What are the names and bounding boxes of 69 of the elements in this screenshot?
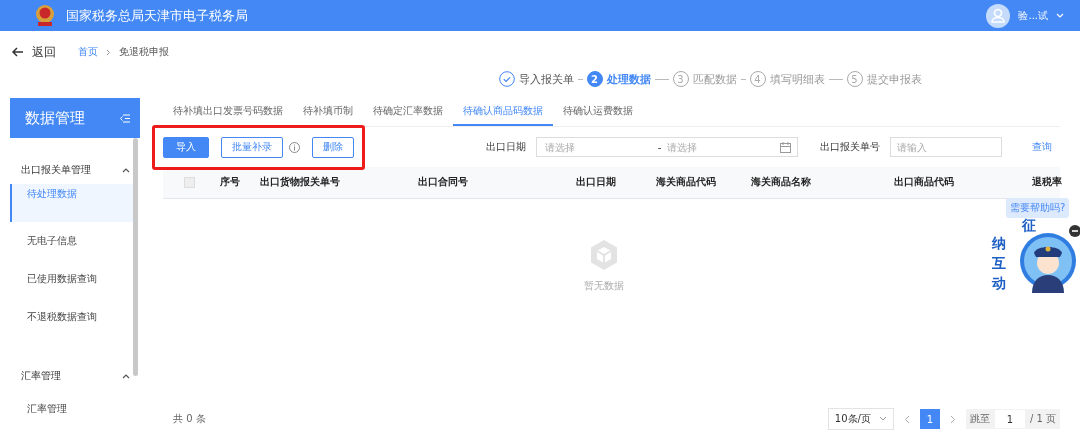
page-number[interactable]: 1	[919, 409, 940, 429]
date-range-field[interactable]: 请选择 - 请选择	[536, 137, 798, 157]
mascot-title-character: 征	[1022, 218, 1036, 232]
column-header: 出口合同号	[418, 176, 469, 189]
sidebar-title: 数据管理	[25, 108, 85, 128]
tab[interactable]: 待补填币制	[293, 98, 363, 126]
tab[interactable]: 待确定汇率数据	[363, 98, 453, 126]
menu-item[interactable]: 汇率管理	[10, 390, 134, 428]
toolbar-button[interactable]: 删除	[312, 136, 354, 158]
toolbar-button[interactable]: 批量补录	[221, 136, 283, 158]
jump-label: 跳至	[969, 412, 990, 426]
caret-icon[interactable]	[1056, 12, 1064, 19]
page-count: / 1 页	[1029, 412, 1056, 426]
empty-text: 暂无数据	[584, 279, 624, 293]
checkbox[interactable]	[184, 177, 195, 188]
column-header: 海关商品名称	[751, 176, 812, 189]
field-label: 出口报关单号	[820, 140, 880, 154]
tab[interactable]: 待确认运费数据	[553, 98, 643, 126]
mascot-title-character: 互	[992, 256, 1006, 270]
chevron-icon	[122, 373, 130, 379]
field-label: 出口日期	[486, 140, 526, 154]
menu-item[interactable]: 已使用数据查询	[10, 260, 134, 298]
previous-page-icon[interactable]	[903, 414, 910, 424]
tab[interactable]: 待补填出口发票号码数据	[163, 98, 293, 126]
breadcrumb-item[interactable]: 首页	[78, 45, 98, 59]
menu-item[interactable]: 待处理数据	[10, 184, 134, 222]
next-page-icon[interactable]	[949, 414, 956, 424]
date-start-input[interactable]: 请选择	[543, 140, 654, 154]
back-arrow-icon[interactable]	[12, 47, 24, 57]
menu-item[interactable]: 不退税数据查询	[10, 298, 134, 336]
calendar-icon	[780, 141, 791, 153]
column-header: 海关商品代码	[656, 176, 717, 189]
page-size-select[interactable]: 10条/页	[827, 408, 894, 430]
mascot-title-character: 纳	[992, 236, 1006, 250]
query-link[interactable]: 查询	[1032, 140, 1052, 154]
column-header: 出口商品代码	[894, 176, 955, 189]
chevron-icon	[878, 416, 887, 422]
chevron-icon	[122, 167, 130, 173]
mascot-title-character: 动	[992, 276, 1006, 290]
input-field[interactable]: 请输入	[890, 137, 1002, 157]
step-label: 处理数据	[606, 71, 651, 87]
menu-group-label[interactable]: 汇率管理	[21, 369, 61, 383]
page-input[interactable]: 1	[994, 410, 1025, 428]
column-header: 出口日期	[576, 176, 617, 189]
column-header: 出口货物报关单号	[260, 176, 341, 189]
tab[interactable]: 待确认商品码数据	[453, 98, 553, 126]
import-button[interactable]: 导入	[163, 136, 209, 158]
breadcrumb-item: 免退税申报	[119, 45, 169, 59]
step-label: 填写明细表	[769, 71, 825, 87]
empty-box-icon	[589, 239, 619, 271]
step-label: 提交申报表	[866, 71, 922, 87]
step-label: 匹配数据	[692, 71, 737, 87]
menu-group-label[interactable]: 出口报关单管理	[21, 163, 91, 177]
user-name[interactable]: 验...试	[1018, 8, 1048, 23]
chevron-icon	[106, 48, 111, 56]
scrollbar[interactable]	[133, 138, 138, 376]
total-count: 共 0 条	[173, 412, 206, 426]
minimize-icon[interactable]	[1069, 225, 1080, 237]
column-header: 序号	[220, 176, 241, 189]
step-label: 导入报关单	[518, 71, 574, 87]
date-end-input[interactable]: 请选择	[665, 140, 776, 154]
info-icon[interactable]	[289, 141, 300, 153]
collapse-menu-icon[interactable]	[120, 113, 130, 123]
menu-item[interactable]: 无电子信息	[10, 222, 134, 260]
back-link[interactable]: 返回	[32, 43, 56, 61]
step-number: 2	[586, 71, 603, 87]
column-header: 退税率	[1032, 176, 1062, 189]
site-title: 国家税务总局天津市电子税务局	[66, 6, 248, 25]
avatar-icon	[986, 3, 1011, 28]
